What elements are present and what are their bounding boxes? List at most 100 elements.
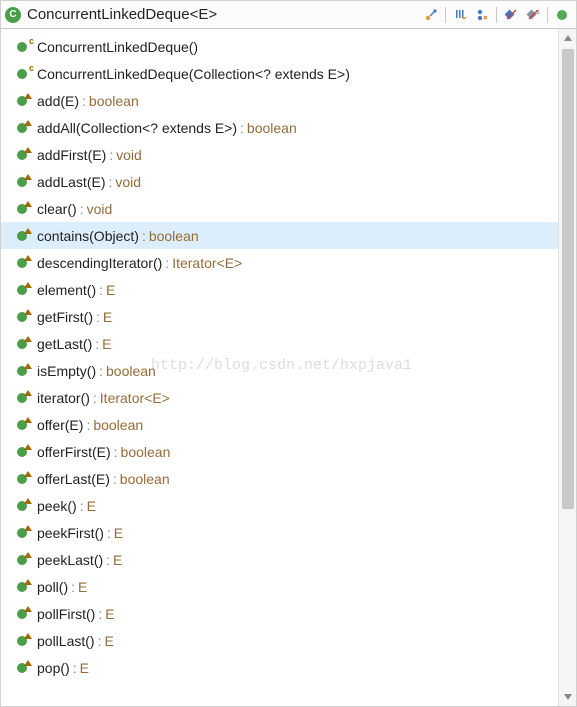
member-signature: addAll(Collection<? extends E>) [37,120,237,136]
return-separator: : [106,552,110,568]
member-row[interactable]: addAll(Collection<? extends E>):boolean [1,114,558,141]
toolbar-separator [547,7,548,23]
public-method-icon [15,201,33,217]
member-row[interactable]: element():E [1,276,558,303]
member-signature: addLast(E) [37,174,105,190]
return-separator: : [99,363,103,379]
return-type: E [113,552,122,568]
sort-button[interactable] [450,5,470,25]
return-separator: : [95,336,99,352]
return-separator: : [107,525,111,541]
member-row[interactable]: getFirst():E [1,303,558,330]
member-signature: iterator() [37,390,90,406]
scroll-down-button[interactable] [559,688,576,706]
member-row[interactable]: cConcurrentLinkedDeque(Collection<? exte… [1,60,558,87]
member-signature: pollFirst() [37,606,95,622]
scroll-up-button[interactable] [559,29,576,47]
member-row[interactable]: pollFirst():E [1,600,558,627]
member-signature: getFirst() [37,309,93,325]
return-type: boolean [120,471,170,487]
member-signature: descendingIterator() [37,255,162,271]
return-separator: : [96,309,100,325]
public-method-icon [15,660,33,676]
return-separator: : [82,93,86,109]
member-row[interactable]: addLast(E):void [1,168,558,195]
member-row[interactable]: offerFirst(E):boolean [1,438,558,465]
public-method-icon [15,444,33,460]
member-row[interactable]: poll():E [1,573,558,600]
return-separator: : [73,660,77,676]
member-signature: offer(E) [37,417,83,433]
public-method-icon [15,228,33,244]
member-row[interactable]: offer(E):boolean [1,411,558,438]
public-method-icon [15,579,33,595]
public-method-icon [15,471,33,487]
toolbar-separator [496,7,497,23]
return-type: E [104,633,113,649]
member-row[interactable]: peek():E [1,492,558,519]
return-separator: : [71,579,75,595]
public-method-icon [15,255,33,271]
return-separator: : [98,633,102,649]
member-row[interactable]: getLast():E [1,330,558,357]
member-row[interactable]: addFirst(E):void [1,141,558,168]
return-separator: : [240,120,244,136]
return-type: E [78,579,87,595]
return-separator: : [99,282,103,298]
focus-active-task-button[interactable] [421,5,441,25]
vertical-scrollbar[interactable] [558,29,576,706]
member-row[interactable]: add(E):boolean [1,87,558,114]
public-method-icon [15,120,33,136]
class-icon: C [5,7,21,23]
return-type: boolean [121,444,171,460]
member-row[interactable]: pop():E [1,654,558,681]
return-type: void [115,174,141,190]
public-method-icon [15,606,33,622]
member-signature: peek() [37,498,77,514]
member-row[interactable]: pollLast():E [1,627,558,654]
outline-header: C ConcurrentLinkedDeque<E> [1,1,576,29]
return-type: boolean [106,363,156,379]
member-signature: element() [37,282,96,298]
member-row[interactable]: peekLast():E [1,546,558,573]
public-method-icon [15,417,33,433]
member-row[interactable]: descendingIterator():Iterator<E> [1,249,558,276]
member-list[interactable]: cConcurrentLinkedDeque()cConcurrentLinke… [1,29,558,706]
class-name: ConcurrentLinkedDeque<E> [27,6,421,23]
hide-fields-button[interactable] [472,5,492,25]
public-method-icon [15,390,33,406]
outline-body: cConcurrentLinkedDeque()cConcurrentLinke… [1,29,576,706]
return-separator: : [114,444,118,460]
outline-toolbar: s [421,5,572,25]
return-type: boolean [89,93,139,109]
return-type: E [106,282,115,298]
return-separator: : [98,606,102,622]
return-separator: : [142,228,146,244]
return-type: boolean [93,417,143,433]
member-row[interactable]: contains(Object):boolean [1,222,558,249]
hide-local-types-button[interactable] [552,5,572,25]
return-type: Iterator<E> [172,255,242,271]
member-signature: getLast() [37,336,92,352]
scroll-thumb[interactable] [562,49,574,509]
toolbar-separator [445,7,446,23]
return-separator: : [93,390,97,406]
return-type: void [116,147,142,163]
hide-non-public-button[interactable]: s [523,5,543,25]
return-separator: : [109,147,113,163]
member-row[interactable]: isEmpty():boolean [1,357,558,384]
public-method-icon [15,309,33,325]
member-row[interactable]: iterator():Iterator<E> [1,384,558,411]
public-method-icon [15,498,33,514]
member-row[interactable]: offerLast(E):boolean [1,465,558,492]
public-method-icon [15,147,33,163]
member-row[interactable]: clear():void [1,195,558,222]
public-method-icon [15,552,33,568]
member-signature: offerLast(E) [37,471,110,487]
hide-static-button[interactable] [501,5,521,25]
member-row[interactable]: cConcurrentLinkedDeque() [1,33,558,60]
member-row[interactable]: peekFirst():E [1,519,558,546]
return-type: E [114,525,123,541]
public-method-icon [15,93,33,109]
return-type: E [103,309,112,325]
